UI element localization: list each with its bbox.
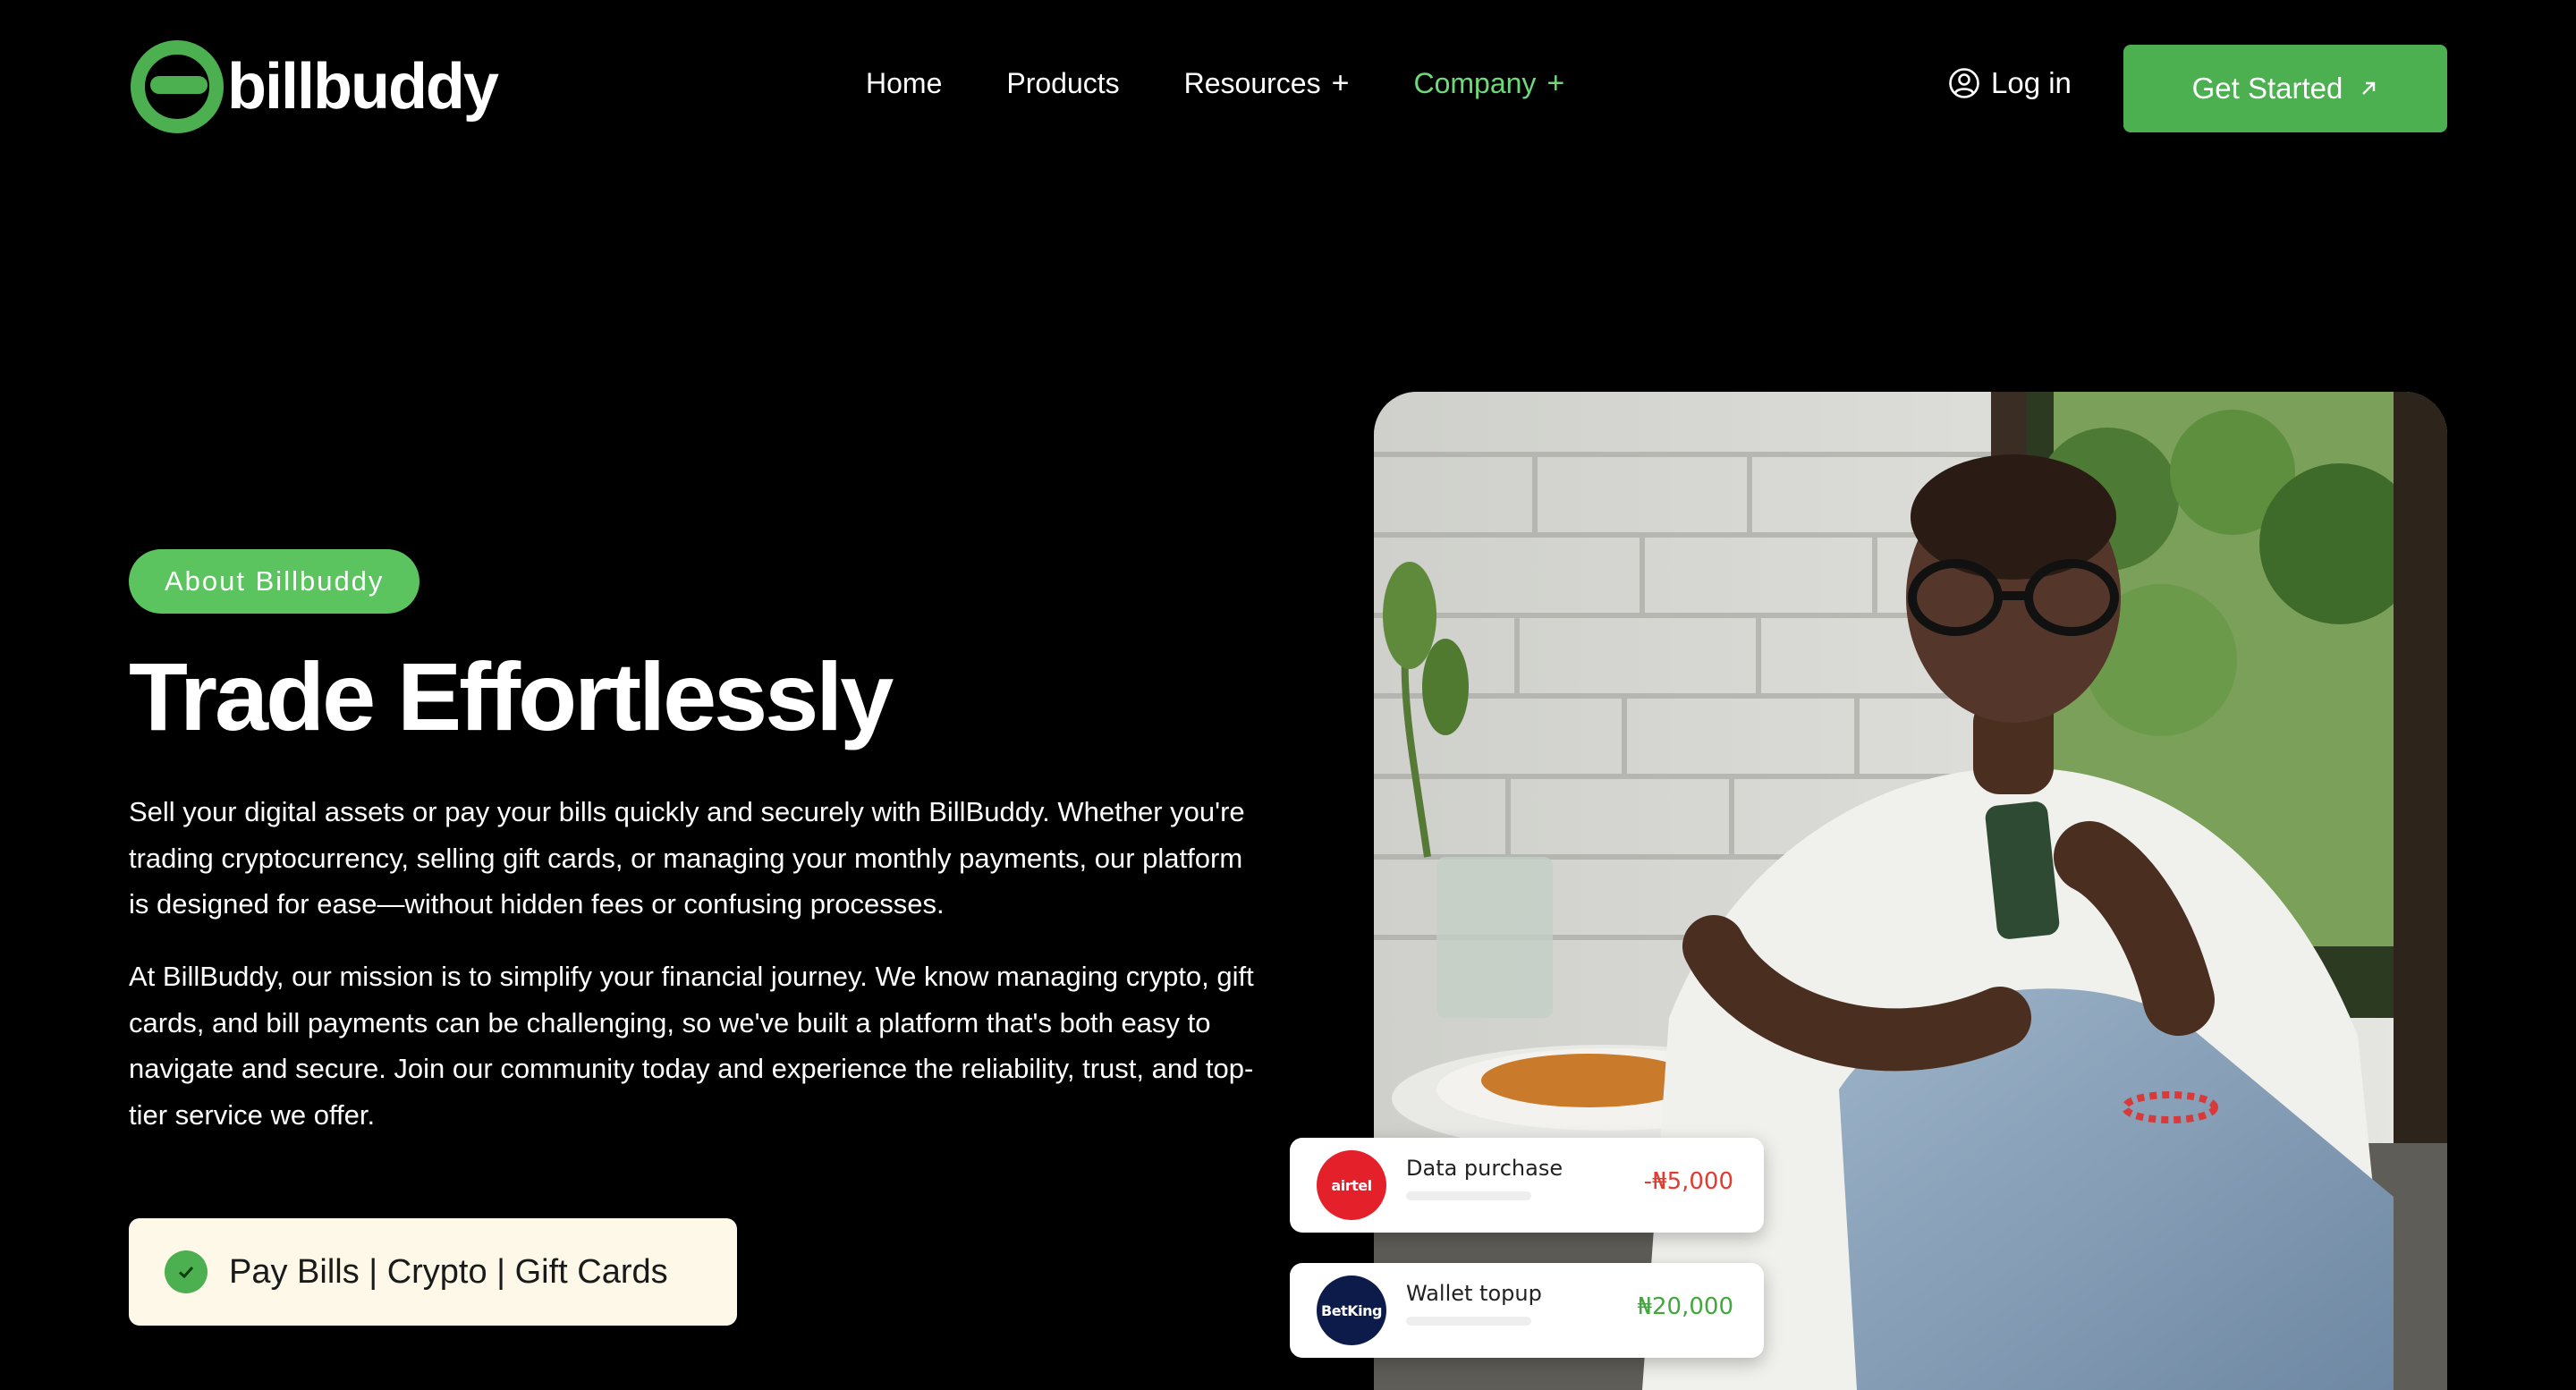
get-started-button[interactable]: Get Started (2123, 45, 2447, 132)
nav-link-label: Products (1006, 67, 1120, 99)
plus-icon: + (1546, 66, 1565, 100)
about-badge: About Billbuddy (129, 549, 420, 614)
arrow-up-right-icon (2362, 81, 2376, 95)
top-nav: billbuddy Home Products Resources + Comp… (0, 0, 2576, 175)
airtel-logo-text: airtel (1331, 1176, 1372, 1194)
check-circle-icon (165, 1250, 208, 1293)
nav-link-company[interactable]: Company + (1413, 66, 1564, 101)
plus-icon: + (1331, 66, 1350, 100)
main-menu: Home Products Resources + Company + (866, 66, 1564, 101)
transaction-card: airtel Data purchase -₦5,000 (1290, 1138, 1764, 1233)
hero-paragraph-2: At BillBuddy, our mission is to simplify… (129, 961, 1254, 1131)
login-label: Log in (1991, 66, 2072, 99)
placeholder-line (1406, 1191, 1531, 1200)
nav-link-resources[interactable]: Resources + (1184, 66, 1350, 101)
nav-link-products[interactable]: Products (1006, 67, 1119, 100)
hero-paragraph-1: Sell your digital assets or pay your bil… (129, 796, 1245, 920)
nav-link-label: Resources (1183, 67, 1321, 99)
airtel-logo-icon: airtel (1317, 1150, 1386, 1220)
user-circle-icon (1949, 68, 1979, 98)
transaction-amount: ₦20,000 (1637, 1293, 1733, 1320)
transaction-amount: -₦5,000 (1643, 1168, 1733, 1195)
feature-box: Pay Bills | Crypto | Gift Cards (129, 1218, 737, 1326)
brand-logo[interactable]: billbuddy (131, 39, 499, 134)
brand-name: billbuddy (227, 51, 499, 123)
transaction-card: BetKing Wallet topup ₦20,000 (1290, 1263, 1764, 1358)
get-started-label: Get Started (2191, 72, 2343, 105)
betking-logo-text: BetKing (1321, 1301, 1382, 1319)
nav-link-label: Company (1413, 67, 1537, 99)
hero-title: Trade Effortlessly (129, 642, 894, 750)
billbuddy-logo-icon (131, 40, 224, 133)
transaction-title: Wallet topup (1406, 1281, 1542, 1306)
login-link[interactable]: Log in (1948, 66, 2072, 100)
hero-photo (1374, 392, 2447, 1390)
feature-text: Pay Bills | Crypto | Gift Cards (229, 1252, 668, 1291)
nav-link-label: Home (866, 67, 943, 99)
placeholder-line (1406, 1317, 1531, 1326)
woman-with-phone-image (1374, 392, 2447, 1390)
betking-logo-icon: BetKing (1317, 1276, 1386, 1345)
transaction-title: Data purchase (1406, 1156, 1563, 1181)
nav-link-home[interactable]: Home (866, 67, 942, 100)
